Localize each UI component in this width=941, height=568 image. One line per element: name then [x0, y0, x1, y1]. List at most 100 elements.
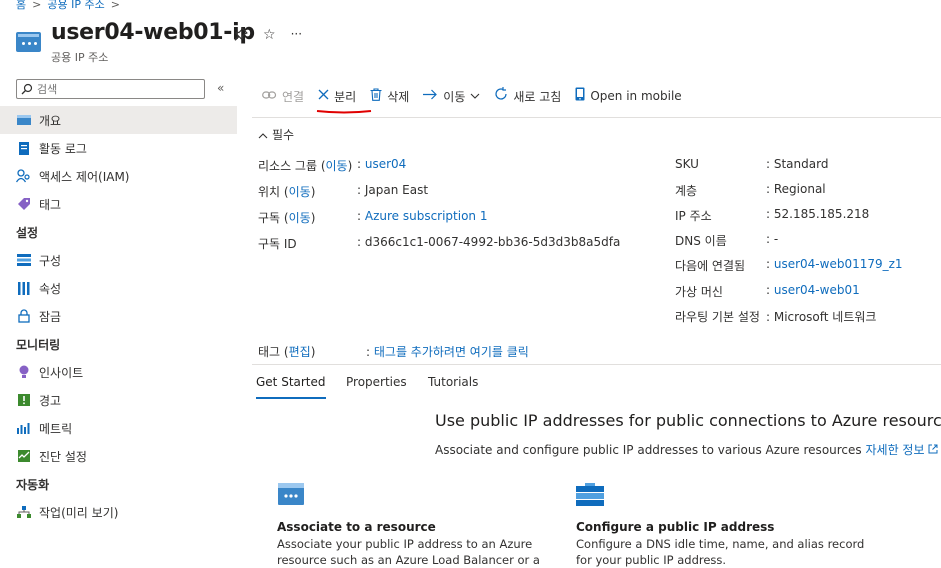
breadcrumb-separator: > — [32, 0, 42, 10]
property-dns-name-label: DNS 이름 — [675, 234, 727, 248]
sidebar-item-label: 구성 — [39, 253, 62, 268]
chevron-up-icon — [258, 128, 268, 142]
routing-value: Microsoft 네트워크 — [773, 310, 877, 324]
sidebar-item-diagnostic-settings[interactable]: 진단 설정 — [0, 442, 237, 470]
divider — [252, 364, 941, 365]
page-title: user04-web01-ip — [51, 20, 255, 45]
breadcrumb: 홈 > 공용 IP 주소 > — [16, 0, 120, 10]
mobile-icon — [575, 87, 585, 105]
card-associate-title[interactable]: Associate to a resource — [277, 520, 436, 534]
trash-icon — [370, 87, 382, 105]
public-ip-resource-icon — [16, 32, 41, 52]
insights-icon — [16, 365, 31, 380]
get-started-description: Associate and configure public IP addres… — [435, 441, 938, 458]
property-subscription-id: 구독 ID — [258, 237, 297, 251]
essentials-toggle[interactable]: 필수 — [258, 126, 294, 143]
property-subscription: 구독 (이동) — [258, 211, 316, 225]
sidebar-item-label: 진단 설정 — [39, 449, 87, 464]
tab-properties[interactable]: Properties — [346, 375, 407, 397]
sidebar-item-metrics[interactable]: 메트릭 — [0, 414, 237, 442]
move-link[interactable]: 이동 — [289, 211, 311, 225]
sidebar-section-settings: 설정 — [16, 225, 39, 240]
arrow-right-icon — [423, 89, 438, 104]
divider — [252, 117, 941, 118]
metrics-icon — [16, 421, 31, 436]
chevron-down-icon — [470, 89, 480, 103]
command-bar: 연결 분리 삭제 이동 새로 고침 Open in mobile — [262, 85, 696, 107]
property-ip-address-label: IP 주소 — [675, 209, 712, 223]
sidebar-item-label: 작업(미리 보기) — [39, 505, 119, 520]
associated-nic-link[interactable]: user04-web01179_z1 — [774, 257, 903, 271]
dns-name-value: - — [773, 232, 779, 246]
sidebar-item-locks[interactable]: 잠금 — [0, 302, 237, 330]
sidebar-item-overview[interactable]: 개요 — [0, 106, 237, 134]
refresh-button[interactable]: 새로 고침 — [494, 87, 561, 105]
sidebar-item-label: 태그 — [39, 197, 62, 212]
resource-menu-search[interactable] — [16, 79, 205, 99]
sidebar-item-properties[interactable]: 속성 — [0, 274, 237, 302]
sidebar-item-tags[interactable]: 태그 — [0, 190, 237, 218]
sidebar-item-label: 잠금 — [39, 309, 62, 324]
public-ip-card-icon — [278, 483, 304, 505]
sidebar-item-label: 액세스 제어(IAM) — [39, 169, 130, 184]
more-options-icon[interactable]: ··· — [291, 27, 302, 45]
dissociate-button[interactable]: 분리 — [318, 88, 356, 105]
delete-button[interactable]: 삭제 — [370, 87, 409, 105]
lock-icon — [16, 309, 31, 324]
sidebar-item-label: 메트릭 — [39, 421, 73, 436]
alerts-icon — [16, 393, 31, 408]
sidebar-item-configuration[interactable]: 구성 — [0, 246, 237, 274]
red-annotation-underline — [316, 110, 372, 114]
sidebar-item-tasks[interactable]: 작업(미리 보기) — [0, 498, 237, 526]
move-link[interactable]: 이동 — [289, 185, 311, 199]
pin-icon[interactable] — [234, 27, 248, 45]
diagnostic-settings-icon — [16, 449, 31, 464]
move-link[interactable]: 이동 — [326, 159, 348, 173]
property-vm-label: 가상 머신 — [675, 285, 723, 299]
resource-menu: 개요 활동 로그 액세스 제어(IAM) 태그 설정 구성 속성 잠금 모니터링… — [0, 106, 237, 526]
subscription-id-value: d366c1c1-0067-4992-bb36-5d3d3b8a5dfa — [364, 235, 621, 249]
ip-address-value: 52.185.185.218 — [773, 207, 870, 221]
collapse-menu-icon[interactable]: « — [217, 81, 224, 95]
open-in-mobile-button[interactable]: Open in mobile — [575, 87, 682, 105]
card-associate-desc: Associate your public IP address to an A… — [277, 537, 540, 567]
property-resource-group: 리소스 그룹 (이동) — [258, 159, 353, 173]
sidebar-section-monitoring: 모니터링 — [16, 337, 61, 352]
move-button[interactable]: 이동 — [423, 88, 480, 105]
sidebar-section-automation: 자동화 — [16, 477, 50, 492]
search-icon — [21, 83, 33, 95]
properties-icon — [16, 281, 31, 296]
edit-tags-link[interactable]: 편집 — [289, 345, 311, 359]
sidebar-item-label: 경고 — [39, 393, 62, 408]
overview-icon — [16, 113, 31, 128]
activity-log-icon — [16, 141, 31, 156]
property-location: 위치 (이동) — [258, 185, 316, 199]
learn-more-link[interactable]: 자세한 정보 — [866, 443, 939, 457]
page-subtitle: 공용 IP 주소 — [51, 51, 109, 64]
get-started-heading: Use public IP addresses for public conne… — [435, 411, 941, 430]
sidebar-item-activity-log[interactable]: 활동 로그 — [0, 134, 237, 162]
link-icon — [262, 89, 277, 104]
breadcrumb-public-ip[interactable]: 공용 IP 주소 — [47, 0, 104, 10]
add-tags-link[interactable]: 태그를 추가하려면 여기를 클릭 — [374, 345, 529, 359]
resource-group-link[interactable]: user04 — [365, 157, 406, 171]
tab-get-started[interactable]: Get Started — [256, 375, 326, 399]
external-link-icon — [928, 443, 938, 457]
sidebar-item-label: 활동 로그 — [39, 141, 87, 156]
favorite-star-icon[interactable]: ☆ — [263, 27, 276, 45]
connect-button[interactable]: 연결 — [262, 88, 304, 105]
breadcrumb-home[interactable]: 홈 — [16, 0, 26, 10]
search-input[interactable] — [37, 82, 187, 96]
card-configure-title[interactable]: Configure a public IP address — [576, 520, 774, 534]
sidebar-item-alerts[interactable]: 경고 — [0, 386, 237, 414]
property-tier-label: 계층 — [675, 184, 698, 198]
property-associated-to-label: 다음에 연결됨 — [675, 259, 746, 273]
sidebar-item-insights[interactable]: 인사이트 — [0, 358, 237, 386]
subscription-link[interactable]: Azure subscription 1 — [365, 209, 488, 223]
tab-tutorials[interactable]: Tutorials — [428, 375, 478, 397]
sku-value: Standard — [773, 157, 829, 171]
virtual-machine-link[interactable]: user04-web01 — [774, 283, 860, 297]
property-sku-label: SKU — [675, 157, 699, 171]
sidebar-item-iam[interactable]: 액세스 제어(IAM) — [0, 162, 237, 190]
title-actions: ☆ ··· — [234, 27, 302, 45]
